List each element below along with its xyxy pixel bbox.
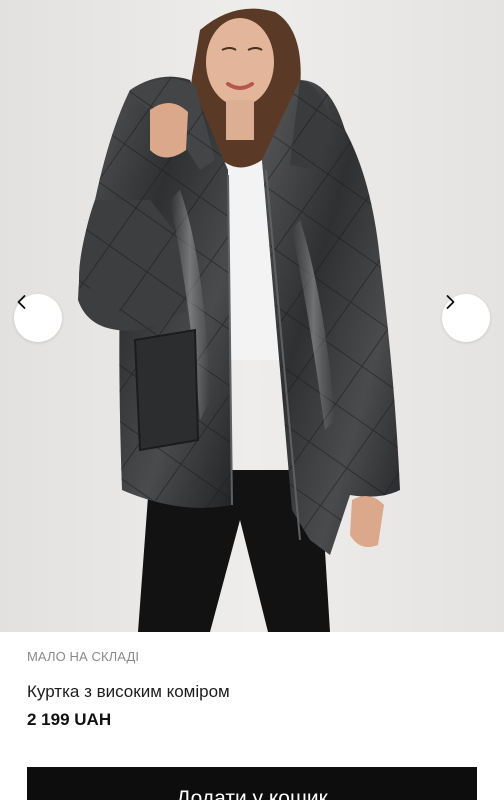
product-title: Куртка з високим коміром: [27, 682, 230, 701]
gallery-next-button[interactable]: [442, 294, 490, 342]
add-to-cart-button[interactable]: Додати у кошик: [27, 767, 477, 800]
product-image-gallery[interactable]: [0, 0, 504, 632]
product-photo: [0, 0, 504, 632]
stock-status: МАЛО НА СКЛАДІ: [27, 649, 140, 664]
chevron-left-icon: [17, 295, 26, 309]
product-price: 2 199 UAH: [27, 710, 112, 729]
chevron-right-icon: [446, 295, 455, 309]
gallery-prev-button[interactable]: [14, 294, 62, 342]
